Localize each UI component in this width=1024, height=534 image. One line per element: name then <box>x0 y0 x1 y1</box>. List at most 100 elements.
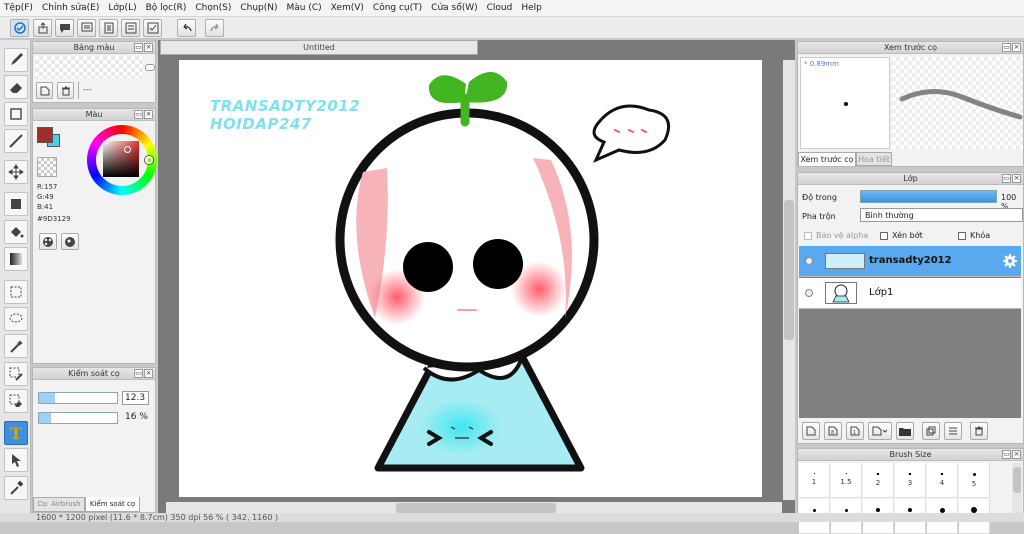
comment-button[interactable] <box>55 19 74 37</box>
line-tool[interactable] <box>4 129 28 153</box>
menu-tools[interactable]: Công cụ(T) <box>373 3 422 13</box>
new-1bit-layer-button[interactable]: 1 <box>846 422 864 440</box>
restore-icon[interactable]: ▭ <box>134 110 143 119</box>
close-icon[interactable]: × <box>144 369 153 378</box>
menu-edit[interactable]: Chỉnh sửa(E) <box>42 3 99 13</box>
restore-icon[interactable]: ▭ <box>1002 174 1011 183</box>
tab-airbrush[interactable]: Cọ: Airbrush <box>33 497 85 512</box>
clipping-checkbox[interactable]: Xén bớt <box>880 231 923 240</box>
color-mix-button[interactable] <box>61 233 79 250</box>
menu-layer[interactable]: Lớp(L) <box>108 3 136 13</box>
lasso-tool[interactable] <box>4 307 28 331</box>
magic-wand-tool[interactable] <box>4 334 28 358</box>
rectangle-tool[interactable] <box>4 102 28 126</box>
menu-view[interactable]: Xem(V) <box>331 3 364 13</box>
transparent-color-swatch[interactable] <box>37 157 57 177</box>
drawing-canvas[interactable]: TRANSADTY2012 HOIDAP247 <box>179 60 762 497</box>
gradient-tool[interactable] <box>4 247 28 271</box>
brush-size-cell[interactable]: 4 <box>927 463 958 498</box>
new-folder-button[interactable] <box>896 422 914 440</box>
cloud-sync-button[interactable] <box>10 19 29 37</box>
gradient-icon <box>10 253 22 265</box>
saturation-value-square[interactable] <box>103 141 139 177</box>
delete-palette-button[interactable] <box>57 82 74 99</box>
palette-scroll[interactable] <box>145 64 155 71</box>
move-tool[interactable] <box>4 160 28 184</box>
protect-alpha-checkbox[interactable]: Bảo vệ alpha <box>804 231 868 240</box>
undo-button[interactable] <box>177 19 196 37</box>
menu-select[interactable]: Chọn(S) <box>195 3 231 13</box>
restore-icon[interactable]: ▭ <box>1002 43 1011 52</box>
scroll-thumb[interactable] <box>1013 467 1021 493</box>
checklist-button[interactable] <box>143 19 162 37</box>
layer-row[interactable]: transadty2012 <box>799 246 1021 277</box>
close-icon[interactable]: × <box>144 43 153 52</box>
brush-size-input[interactable]: 12.3 <box>122 391 149 405</box>
select-rect-tool[interactable] <box>4 280 28 304</box>
brush-size-cell[interactable]: 1.5 <box>831 463 862 498</box>
visibility-icon[interactable] <box>805 289 813 297</box>
list-button[interactable] <box>121 19 140 37</box>
export-button[interactable] <box>33 19 52 37</box>
close-icon[interactable]: × <box>1012 450 1021 459</box>
brush-size-cell[interactable]: 5 <box>959 463 990 498</box>
message-button[interactable] <box>77 19 96 37</box>
new-8bit-layer-button[interactable]: 8 <box>824 422 842 440</box>
document-button[interactable] <box>99 19 118 37</box>
menu-color[interactable]: Màu (C) <box>287 3 322 13</box>
new-palette-button[interactable] <box>36 82 53 99</box>
hue-cursor[interactable] <box>145 156 153 164</box>
brush-size-slider[interactable] <box>38 392 118 404</box>
redo-button[interactable] <box>205 19 224 37</box>
brush-size-cell[interactable]: 2 <box>863 463 894 498</box>
scroll-thumb[interactable] <box>784 200 794 340</box>
operation-tool[interactable] <box>4 448 28 472</box>
text-tool[interactable]: T <box>4 421 28 445</box>
primary-color-swatch[interactable] <box>37 127 53 143</box>
restore-icon[interactable]: ▭ <box>1002 450 1011 459</box>
new-layer-menu-button[interactable] <box>868 422 892 440</box>
menu-window[interactable]: Cửa sổ(W) <box>431 3 477 13</box>
tab-brush-control[interactable]: Kiểm soát cọ <box>85 497 140 512</box>
scroll-thumb[interactable] <box>396 503 556 513</box>
gear-icon[interactable] <box>1003 254 1017 268</box>
select-pen-tool[interactable] <box>4 362 28 386</box>
document-tab[interactable]: Untitled <box>160 40 478 55</box>
close-icon[interactable]: × <box>1012 43 1021 52</box>
fill-rect-tool[interactable] <box>4 192 28 216</box>
close-icon[interactable]: × <box>144 110 153 119</box>
select-eraser-tool[interactable] <box>4 389 28 413</box>
visibility-icon[interactable] <box>805 257 813 265</box>
vertical-scrollbar[interactable] <box>783 60 795 500</box>
merge-layer-button[interactable] <box>944 422 962 440</box>
menu-filter[interactable]: Bộ lọc(R) <box>146 3 187 13</box>
new-color-layer-button[interactable] <box>802 422 820 440</box>
eyedropper-tool[interactable] <box>4 476 28 500</box>
bucket-tool[interactable] <box>4 220 28 244</box>
close-icon[interactable]: × <box>1012 174 1021 183</box>
menu-file[interactable]: Tệp(F) <box>4 3 33 13</box>
restore-icon[interactable]: ▭ <box>134 43 143 52</box>
menu-cloud[interactable]: Cloud <box>487 3 513 13</box>
brush-tool[interactable] <box>4 48 28 72</box>
eraser-tool[interactable] <box>4 75 28 99</box>
delete-layer-button[interactable] <box>970 422 988 440</box>
color-set-button[interactable] <box>39 233 57 250</box>
restore-icon[interactable]: ▭ <box>134 369 143 378</box>
brush-size-cell[interactable]: 3 <box>895 463 926 498</box>
tab-brush-preview[interactable]: Xem trước cọ <box>798 152 856 166</box>
brush-opacity-slider[interactable] <box>38 412 118 424</box>
color-picker-cursor[interactable] <box>124 146 131 153</box>
brush-size-cell[interactable]: 1 <box>799 463 830 498</box>
layer-row[interactable]: Lớp1 <box>799 278 1021 309</box>
hue-ring[interactable] <box>87 125 157 195</box>
menu-capture[interactable]: Chụp(N) <box>240 3 277 13</box>
tab-pattern[interactable]: Hoa tiết <box>856 152 892 166</box>
palette-swatches[interactable] <box>35 56 144 78</box>
blend-mode-select[interactable]: Bình thường <box>860 208 1023 222</box>
lock-checkbox[interactable]: Khóa <box>958 231 990 240</box>
layer-thumbnail <box>825 282 857 304</box>
menu-help[interactable]: Help <box>521 3 542 13</box>
duplicate-layer-button[interactable] <box>922 422 940 440</box>
layer-opacity-slider[interactable] <box>860 190 997 203</box>
